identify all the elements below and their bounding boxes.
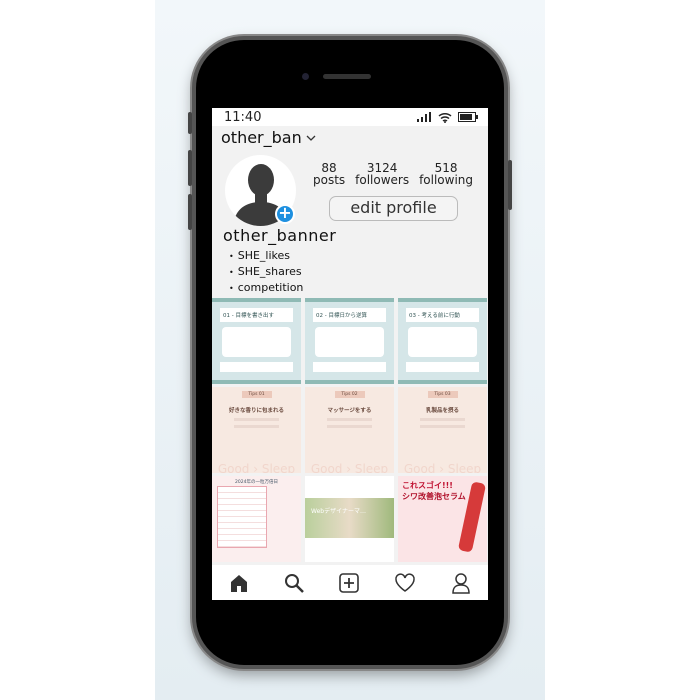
stat-followers[interactable]: 3124 followers — [355, 162, 409, 186]
post-thumbnail[interactable]: これスゴイ!!! シワ改善泡セラム — [398, 476, 487, 562]
front-camera — [302, 73, 309, 80]
home-icon[interactable] — [229, 573, 249, 593]
add-post-icon[interactable] — [339, 572, 359, 593]
post-title: 乳製品を摂る — [425, 408, 459, 414]
post-thumbnail[interactable]: Tips 02 マッサージをする Good › Sleep — [305, 387, 394, 473]
search-icon[interactable] — [284, 573, 305, 593]
post-thumbnail[interactable]: 02 - 目標日から逆算 — [305, 298, 394, 384]
stat-label: following — [419, 173, 474, 187]
photo — [305, 498, 394, 538]
post-title: 02 - 目標日から逆算 — [313, 308, 386, 322]
chevron-down-icon — [306, 135, 316, 141]
post-thumbnail[interactable]: 01 - 目標を書き出す — [212, 298, 301, 384]
post-thumbnail[interactable]: 03 - 考える前に行動 — [398, 298, 487, 384]
post-title: 好きな香りに包まれる — [228, 408, 284, 414]
account-switcher[interactable]: other_ban — [221, 128, 488, 147]
time: 11:40 — [224, 109, 262, 125]
stat-following[interactable]: 518 following — [419, 162, 473, 186]
post-title: マッサージをする — [327, 408, 372, 414]
stat-label: followers — [355, 173, 410, 187]
screen: 11:40 other_ban + 88 posts 3124 followers … — [212, 108, 488, 600]
bio-line: competition — [229, 280, 304, 296]
power-button — [508, 160, 512, 210]
post-footer: Good › Sleep — [403, 462, 482, 473]
bio-line: SHE_shares — [229, 264, 303, 280]
add-story-icon[interactable]: + — [275, 204, 295, 224]
mute-switch — [188, 112, 192, 134]
username-header: other_ban — [221, 128, 302, 147]
stat-posts[interactable]: 88 posts — [313, 162, 345, 186]
post-title: 03 - 考える前に行動 — [406, 308, 479, 322]
post-footer: Good › Sleep — [217, 462, 296, 473]
post-title: 2024年の一粒万倍日 — [235, 480, 278, 485]
bio: SHE_likes SHE_shares competition — [229, 248, 304, 296]
post-thumbnail[interactable]: Webデザイナーマ… — [305, 476, 394, 562]
post-thumbnail[interactable]: Tips 01 好きな香りに包まれる Good › Sleep — [212, 387, 301, 473]
bottom-nav — [212, 565, 488, 600]
post-tag: Tips 01 — [241, 391, 272, 398]
profile-stats: 88 posts 3124 followers 518 following — [308, 162, 478, 186]
post-grid: 01 - 目標を書き出す 02 - 目標日から逆算 03 - 考える前に行動 T… — [212, 298, 488, 562]
display-name: other_banner — [223, 226, 337, 245]
speaker — [323, 74, 371, 79]
edit-profile-button[interactable]: edit profile — [329, 196, 458, 221]
stat-label: posts — [312, 173, 346, 187]
post-thumbnail[interactable]: Tips 03 乳製品を摂る Good › Sleep — [398, 387, 487, 473]
post-tag: Tips 03 — [427, 391, 458, 398]
heart-icon[interactable] — [394, 572, 416, 593]
calendar-image — [217, 486, 267, 548]
bio-line: SHE_likes — [229, 248, 303, 264]
status-bar: 11:40 — [212, 108, 488, 126]
volume-up-button — [188, 150, 192, 186]
volume-down-button — [188, 194, 192, 230]
battery-icon — [458, 112, 478, 122]
wifi-icon — [438, 112, 452, 123]
profile-icon[interactable] — [451, 572, 471, 594]
post-title: Webデザイナーマ… — [311, 508, 366, 515]
post-thumbnail[interactable]: 2024年の一粒万倍日 — [212, 476, 301, 562]
signal-icon — [417, 112, 431, 122]
post-title: 01 - 目標を書き出す — [220, 308, 293, 322]
post-footer: Good › Sleep — [310, 462, 389, 473]
post-tag: Tips 02 — [334, 391, 365, 398]
